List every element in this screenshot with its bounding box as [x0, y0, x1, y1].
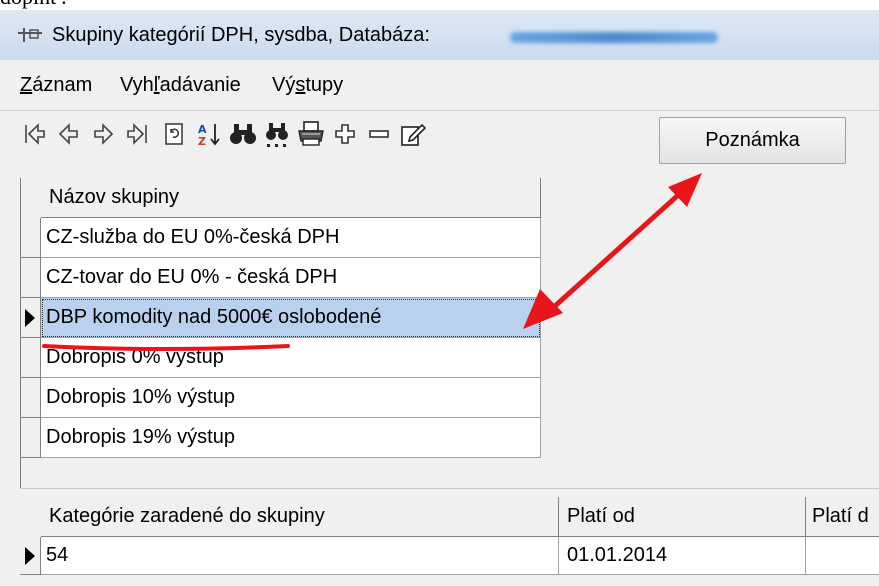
edit-icon[interactable] [398, 119, 428, 149]
column-header-categories[interactable]: Kategórie zaradené do skupiny [41, 497, 559, 537]
row-indicator[interactable] [20, 258, 41, 298]
group-row[interactable]: Dobropis 0% výstup [41, 338, 541, 378]
delete-icon[interactable] [364, 119, 394, 149]
row-indicator[interactable] [20, 418, 41, 458]
grid-header-corner [20, 497, 42, 538]
current-row-pointer-icon [25, 309, 35, 327]
last-record-icon[interactable] [122, 119, 152, 149]
sort-icon[interactable]: AZ [194, 119, 224, 149]
svg-text:Z: Z [198, 135, 206, 147]
menu-zaznam[interactable]: Záznam [20, 74, 92, 97]
row-indicator-current[interactable] [20, 537, 41, 575]
group-row-selected[interactable]: DBP komodity nad 5000€ oslobodené [41, 298, 541, 338]
top-text-fragment: doplnť? [0, 0, 69, 10]
column-header-valid-from[interactable]: Platí od [559, 497, 806, 537]
print-icon[interactable] [296, 119, 326, 149]
row-indicator[interactable] [20, 378, 41, 418]
group-row[interactable]: Dobropis 19% výstup [41, 418, 541, 458]
app-window: Skupiny kategórií DPH, sysdba, Databáza:… [0, 10, 879, 586]
current-row-pointer-icon [25, 547, 35, 565]
refresh-icon[interactable] [160, 119, 190, 149]
find-icon[interactable] [228, 119, 258, 149]
group-row[interactable]: CZ-tovar do EU 0% - česká DPH [41, 258, 541, 298]
category-cell-code[interactable]: 54 [41, 537, 559, 575]
first-record-icon[interactable] [20, 119, 50, 149]
row-indicator[interactable] [20, 338, 41, 378]
category-cell-valid-from[interactable]: 01.01.2014 [559, 537, 806, 575]
row-indicator[interactable] [20, 218, 41, 258]
note-button[interactable]: Poznámka [659, 117, 846, 164]
row-indicator-current[interactable] [20, 298, 41, 338]
find-next-icon[interactable] [262, 119, 292, 149]
prev-record-icon[interactable] [54, 119, 84, 149]
group-row[interactable]: CZ-služba do EU 0%-česká DPH [41, 218, 541, 258]
column-header-group-name[interactable]: Názov skupiny [41, 178, 541, 218]
title-bar: Skupiny kategórií DPH, sysdba, Databáza: [0, 10, 879, 61]
menu-vystupy[interactable]: Výstupy [272, 74, 343, 97]
category-cell-valid-to[interactable] [806, 537, 879, 575]
group-row[interactable]: Dobropis 10% výstup [41, 378, 541, 418]
app-icon [18, 28, 42, 42]
next-record-icon[interactable] [88, 119, 118, 149]
database-name-redacted [510, 32, 718, 43]
column-header-valid-to[interactable]: Platí d [806, 497, 879, 537]
grid-separator [20, 488, 879, 489]
window-title: Skupiny kategórií DPH, sysdba, Databáza: [52, 24, 430, 46]
add-icon[interactable] [330, 119, 360, 149]
menu-vyhladavanie[interactable]: Vyhľadávanie [120, 74, 241, 97]
toolbar: AZ Poznámka [0, 111, 879, 169]
grid-header-corner [20, 178, 42, 219]
grid-left-border [20, 178, 21, 488]
menu-bar: Záznam Vyhľadávanie Výstupy [0, 60, 879, 111]
